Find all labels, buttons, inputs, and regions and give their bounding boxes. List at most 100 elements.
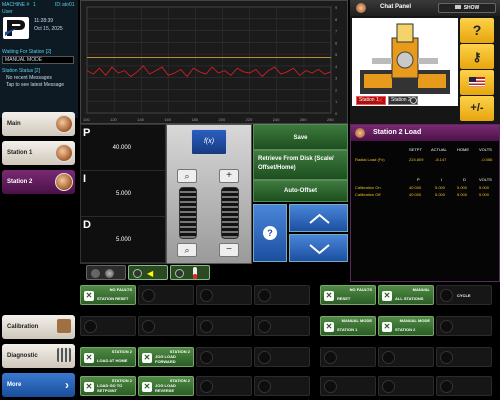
station1-manual-button[interactable]: MANUAL MODE ✕ STATION 1 (320, 316, 376, 336)
machine-number: 1 (33, 2, 36, 8)
p-value[interactable]: 40.000 (113, 145, 131, 151)
retrieve-button[interactable]: Retrieve From Disk (Scale/ Offset/Home) (253, 150, 348, 180)
cycle-button[interactable]: CYCLE (436, 285, 492, 305)
load-at-home-button[interactable]: STATION 2 ✕ LOAD AT HOME (80, 347, 136, 367)
station-reset-button[interactable]: NO FAULTS ✕ STATION RESET (80, 285, 136, 305)
nav-more-label: More (7, 382, 22, 388)
empty-cell[interactable] (196, 316, 252, 336)
connect-toggle[interactable]: ◀ (128, 265, 168, 280)
load-panel-header: Station 2 Load (351, 125, 499, 141)
plus-minus-button[interactable]: +/- (460, 96, 494, 121)
cal-off-i: 5.000 (435, 192, 446, 197)
temperature-toggle[interactable] (170, 265, 210, 280)
nav-main-label: Main (7, 121, 21, 127)
tap-message-link[interactable]: Tap to see latest Message (6, 82, 64, 88)
us-flag-icon (469, 77, 485, 87)
nav-diagnostic-label: Diagnostic (7, 353, 38, 359)
nav-more[interactable]: More › (2, 373, 75, 397)
station2-x-icon: ✕ (382, 322, 392, 332)
empty-cell[interactable] (138, 316, 194, 336)
empty-cell[interactable] (378, 376, 434, 396)
empty-cell[interactable] (378, 347, 434, 367)
zoom-out-button[interactable]: ⌕ (177, 243, 197, 257)
cell-dot (324, 351, 337, 364)
nav-station1-label: Station 1 (7, 150, 33, 156)
pid-row-p: P 40.000 (81, 125, 167, 171)
y-tick-label: 4 (335, 64, 338, 69)
cal-on-i: 5.000 (435, 185, 446, 190)
jog-load-reverse-label: JOG LOAD REVERSE (155, 383, 176, 393)
plot-area (86, 6, 332, 114)
empty-cell[interactable] (254, 347, 310, 367)
load-go-to-setpoint-button[interactable]: STATION 2 ✕ LOAD GO TO SETPOINT (80, 376, 136, 396)
i-value[interactable]: 5.000 (116, 191, 131, 197)
fine-adjust-wheel[interactable] (221, 187, 239, 239)
station-2-label: STATION 2 (395, 327, 416, 332)
y-tick-label: 1 (335, 99, 338, 104)
reset-label: RESET (337, 296, 351, 301)
load-panel-title: Station 2 Load (373, 129, 422, 136)
decrement-button[interactable]: − (219, 243, 239, 257)
coarse-adjust-wheel[interactable] (179, 187, 197, 239)
function-button[interactable]: f(x) (191, 129, 227, 155)
empty-cell[interactable] (254, 285, 310, 305)
no-faults-label: NO FAULTS (109, 287, 132, 292)
cell-dot (258, 320, 271, 333)
station2-manual-button[interactable]: MANUAL MODE ✕ STATION 2 (378, 316, 434, 336)
header-home: HOME (457, 147, 469, 152)
retrieve-label: Retrieve From Disk (Scale/ Offset/Home) (258, 156, 334, 171)
zoom-in-button[interactable]: ⌕ (177, 169, 197, 183)
key-button[interactable]: ⚷ (460, 44, 494, 69)
connect-dot (133, 269, 142, 278)
id-label: ID: (55, 2, 62, 8)
cal-on-p: 40.000 (409, 185, 422, 190)
nav-diagnostic[interactable]: Diagnostic (2, 344, 75, 368)
help-button[interactable]: ? (460, 18, 494, 43)
empty-cell[interactable] (320, 347, 376, 367)
help-glyph: ? (472, 22, 482, 38)
cal-off-label: Calibration Off (355, 192, 381, 197)
header-i: I (441, 177, 443, 182)
empty-cell[interactable] (436, 376, 492, 396)
d-value[interactable]: 5.000 (116, 237, 131, 243)
empty-cell[interactable] (196, 285, 252, 305)
language-button[interactable] (460, 70, 494, 95)
empty-cell[interactable] (196, 376, 252, 396)
empty-cell[interactable] (80, 316, 136, 336)
chat-show-icon (454, 5, 461, 9)
empty-cell[interactable] (436, 316, 492, 336)
all-stations-button[interactable]: MANUAL ✕ ALL STATIONS (378, 285, 434, 305)
home-x-icon: ✕ (84, 353, 94, 363)
trend-chart-svg: 9 8 7 6 5 4 3 2 1 0 100 120 140 160 180 200 220 240 260 280 (83, 5, 338, 122)
reset-button[interactable]: NO FAULTS ✕ RESET (320, 285, 376, 305)
machine-graphic (352, 18, 458, 106)
nav-main[interactable]: Main (2, 112, 75, 136)
all-x-icon: ✕ (382, 291, 392, 301)
empty-cell[interactable] (254, 316, 310, 336)
empty-cell[interactable] (196, 347, 252, 367)
empty-cell[interactable] (436, 347, 492, 367)
help-pid-icon: ? (263, 226, 277, 240)
jog-load-reverse-button[interactable]: STATION 2 ✕ JOG LOAD REVERSE (138, 376, 194, 396)
help-pid-button[interactable]: ? (253, 204, 287, 262)
nav-station2[interactable]: Station 2 (2, 170, 75, 194)
chat-show-button[interactable]: SHOW (438, 3, 496, 13)
manual-mode-label: MANUAL MODE (341, 318, 372, 323)
empty-cell[interactable] (138, 285, 194, 305)
nav-calibration[interactable]: Calibration (2, 315, 75, 339)
increment-button[interactable]: + (219, 169, 239, 183)
jog-load-forward-button[interactable]: STATION 2 ✕ JOG LOAD FORWARD (138, 347, 194, 367)
nav-calibration-label: Calibration (7, 324, 39, 330)
save-button[interactable]: Save (253, 124, 348, 150)
adjust-knob-panel: f(x) ⌕ + ⌕ − (166, 124, 252, 264)
empty-cell[interactable] (320, 376, 376, 396)
header-actual: ACTUAL (431, 147, 447, 152)
auto-offset-button[interactable]: Auto-Offset (253, 180, 348, 202)
probe-toggle[interactable] (86, 265, 126, 280)
down-button[interactable] (289, 234, 348, 262)
up-button[interactable] (289, 204, 348, 232)
x-tick-label: 200 (219, 117, 226, 122)
nav-station1[interactable]: Station 1 (2, 141, 75, 165)
forward-x-icon: ✕ (142, 353, 152, 363)
empty-cell[interactable] (254, 376, 310, 396)
